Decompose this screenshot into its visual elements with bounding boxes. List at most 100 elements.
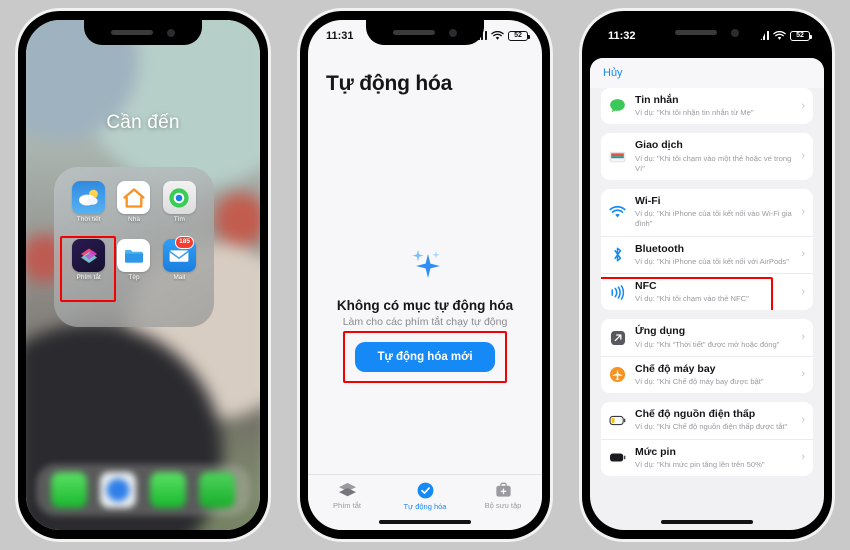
facetime-icon[interactable] xyxy=(199,472,236,508)
app-weather[interactable]: Thời tiết xyxy=(66,181,111,237)
dock xyxy=(36,464,250,516)
trigger-group: Giao dịch Ví dụ: "Khi tôi chạm vào một t… xyxy=(601,133,813,180)
tab-label: Tự động hóa xyxy=(403,502,447,511)
front-camera xyxy=(449,28,457,37)
page-title: Tự động hóa xyxy=(326,72,453,95)
trigger-subtitle: Ví dụ: "Khi mức pin tăng lên trên 50%" xyxy=(635,459,765,469)
trigger-subtitle: Ví dụ: "Khi tôi chạm vào một thẻ hoặc vé… xyxy=(635,153,792,173)
trigger-title: Wi-Fi xyxy=(635,195,661,207)
tab-automation[interactable]: Tự động hóa xyxy=(386,482,464,511)
app-label: Tìm xyxy=(173,216,185,223)
trigger-row-nfc[interactable]: NFC Ví dụ: "Khi tôi chạm vào thẻ NFC" › xyxy=(601,273,813,310)
app-label: Phím tắt xyxy=(76,274,101,281)
phone-3-screen: 11:32 52 Hủy Tin nhắn Ví dụ: "Khi tôi nh… xyxy=(590,20,824,530)
trigger-row-bluetooth[interactable]: Bluetooth Ví dụ: "Khi iPhone của tôi kết… xyxy=(601,235,813,273)
battery-level: 52 xyxy=(796,32,804,39)
empty-subtext: Làm cho các phím tắt chạy tự động xyxy=(342,316,508,328)
app-label: Mail xyxy=(173,274,186,281)
home-indicator[interactable] xyxy=(661,520,753,524)
phone-icon[interactable] xyxy=(50,472,87,508)
app-open-icon xyxy=(608,328,627,347)
trigger-text: Chế độ nguồn điện thấp Ví dụ: "Khi Chế đ… xyxy=(635,408,793,432)
wifi-icon xyxy=(773,30,786,40)
trigger-title: Chế độ nguồn điện thấp xyxy=(635,408,756,421)
messages-bubble-icon xyxy=(608,97,627,116)
nfc-icon xyxy=(608,283,627,302)
low-power-icon xyxy=(608,411,627,430)
chevron-right-icon: › xyxy=(801,248,805,261)
chevron-right-icon: › xyxy=(801,331,805,344)
safari-icon[interactable] xyxy=(100,472,137,508)
trigger-sheet: Hủy Tin nhắn Ví dụ: "Khi tôi nhận tin nh… xyxy=(590,58,824,530)
trigger-text: Ứng dụng Ví dụ: "Khi “Thời tiết” được mở… xyxy=(635,325,793,349)
trigger-text: Bluetooth Ví dụ: "Khi iPhone của tôi kết… xyxy=(635,243,793,267)
screenshot-stage: Cần đến Thời tiết Nhà Tìm Phím tắt Tệp 1… xyxy=(0,0,850,550)
app-label: Nhà xyxy=(128,216,140,223)
phone-3-trigger-list: 11:32 52 Hủy Tin nhắn Ví dụ: "Khi tôi nh… xyxy=(582,11,832,539)
home-indicator[interactable] xyxy=(379,520,471,524)
chevron-right-icon: › xyxy=(801,285,805,298)
trigger-row-airplane[interactable]: Chế độ máy bay Ví dụ: "Khi Chế độ máy ba… xyxy=(601,355,813,393)
gallery-icon xyxy=(495,482,511,497)
chevron-right-icon: › xyxy=(801,368,805,381)
bluetooth-icon xyxy=(608,245,627,264)
trigger-group: Ứng dụng Ví dụ: "Khi “Thời tiết” được mở… xyxy=(601,319,813,394)
battery-level: 52 xyxy=(514,32,522,39)
app-mail[interactable]: 185 Mail xyxy=(157,236,202,295)
trigger-subtitle: Ví dụ: "Khi tôi chạm vào thẻ NFC" xyxy=(635,294,749,304)
app-folder: Thời tiết Nhà Tìm Phím tắt Tệp 185 Mail xyxy=(54,167,214,327)
app-label: Tệp xyxy=(128,274,140,281)
empty-state: Không có mục tự động hóa Làm cho các phí… xyxy=(308,248,542,383)
tab-shortcuts[interactable]: Phím tắt xyxy=(308,482,386,510)
app-shortcuts[interactable]: Phím tắt xyxy=(66,239,111,295)
chevron-right-icon: › xyxy=(801,413,805,426)
tab-label: Bộ sưu tập xyxy=(484,501,522,510)
status-time: 11:31 xyxy=(326,29,354,42)
trigger-subtitle: Ví dụ: "Khi iPhone của tôi kết nối vào W… xyxy=(635,209,792,229)
trigger-row-wifi[interactable]: Wi-Fi Ví dụ: "Khi iPhone của tôi kết nối… xyxy=(601,189,813,236)
earpiece-speaker xyxy=(111,30,153,35)
trigger-row-app[interactable]: Ứng dụng Ví dụ: "Khi “Thời tiết” được mở… xyxy=(601,319,813,355)
wifi-icon xyxy=(608,203,627,222)
phone-2-screen: 11:31 52 Tự động hóa Không có mục tự độn… xyxy=(308,20,542,530)
automation-check-icon xyxy=(417,482,433,499)
notch xyxy=(366,20,484,45)
app-find-my[interactable]: Tìm xyxy=(157,181,202,237)
app-files[interactable]: Tệp xyxy=(111,239,156,295)
find-my-icon xyxy=(162,181,196,214)
tab-label: Phím tắt xyxy=(333,501,361,510)
trigger-row-battery-level[interactable]: Mức pin Ví dụ: "Khi mức pin tăng lên trê… xyxy=(601,438,813,476)
trigger-row-messages[interactable]: Tin nhắn Ví dụ: "Khi tôi nhận tin nhắn t… xyxy=(601,88,813,124)
trigger-title: Giao dịch xyxy=(635,139,683,152)
shortcuts-icon xyxy=(72,239,106,272)
layers-icon xyxy=(338,482,356,497)
battery-icon xyxy=(608,448,627,467)
mail-badge: 185 xyxy=(175,236,194,249)
home-app-icon xyxy=(117,181,151,214)
phone-1-screen: Cần đến Thời tiết Nhà Tìm Phím tắt Tệp 1… xyxy=(26,20,260,530)
earpiece-speaker xyxy=(393,30,435,35)
chevron-right-icon: › xyxy=(801,205,805,218)
trigger-row-transaction[interactable]: Giao dịch Ví dụ: "Khi tôi chạm vào một t… xyxy=(601,133,813,180)
notch xyxy=(84,20,202,45)
trigger-row-low-power[interactable]: Chế độ nguồn điện thấp Ví dụ: "Khi Chế đ… xyxy=(601,402,813,438)
sheet-header: Hủy xyxy=(590,58,824,88)
trigger-group: Wi-Fi Ví dụ: "Khi iPhone của tôi kết nối… xyxy=(601,189,813,311)
trigger-text: Wi-Fi Ví dụ: "Khi iPhone của tôi kết nối… xyxy=(635,195,793,230)
trigger-text: Giao dịch Ví dụ: "Khi tôi chạm vào một t… xyxy=(635,139,793,174)
chevron-right-icon: › xyxy=(801,99,805,112)
trigger-list: Tin nhắn Ví dụ: "Khi tôi nhận tin nhắn t… xyxy=(590,88,824,476)
wallet-icon xyxy=(608,147,627,166)
trigger-group: Chế độ nguồn điện thấp Ví dụ: "Khi Chế đ… xyxy=(601,402,813,476)
new-automation-button-wrapper: Tự động hóa mới xyxy=(343,331,507,383)
messages-icon[interactable] xyxy=(149,472,186,508)
trigger-subtitle: Ví dụ: "Khi tôi nhận tin nhắn từ Mẹ" xyxy=(635,108,754,118)
wifi-icon xyxy=(491,30,504,40)
battery-indicator: 52 xyxy=(790,30,812,41)
chevron-right-icon: › xyxy=(801,150,805,163)
front-camera xyxy=(167,28,175,37)
new-automation-button[interactable]: Tự động hóa mới xyxy=(355,342,495,372)
tab-gallery[interactable]: Bộ sưu tập xyxy=(464,482,542,510)
app-home[interactable]: Nhà xyxy=(111,181,156,237)
cancel-button[interactable]: Hủy xyxy=(603,67,623,79)
